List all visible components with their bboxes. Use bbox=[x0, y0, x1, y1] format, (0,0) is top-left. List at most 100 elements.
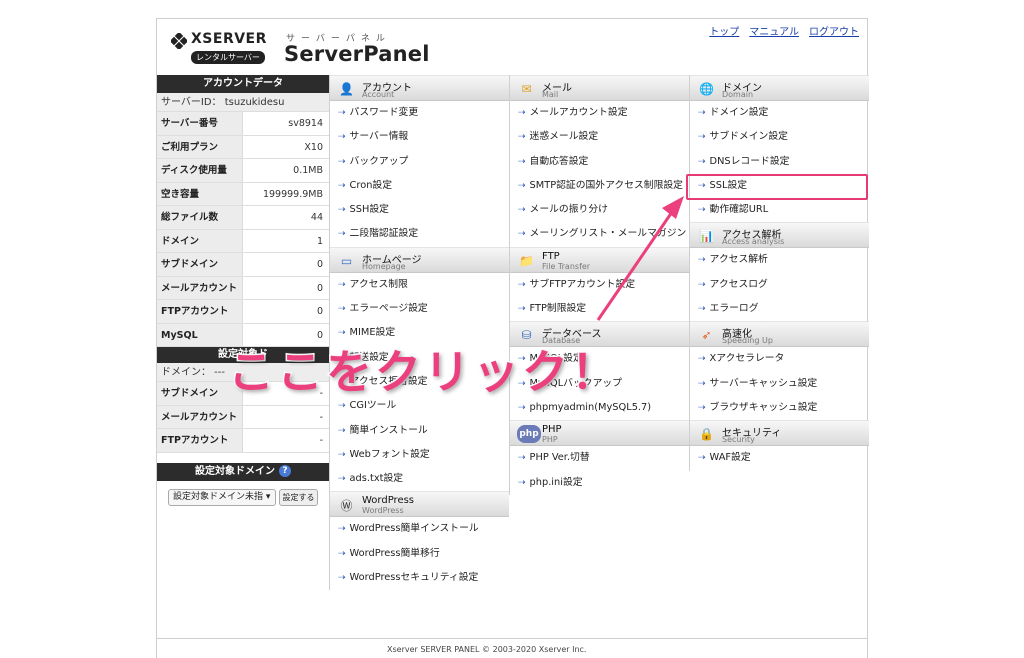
menu-item-homepage[interactable]: ⇢ アクセス制限 bbox=[330, 273, 509, 297]
arrow-right-icon: ⇢ bbox=[698, 132, 706, 143]
homepage-icon: ▭ bbox=[340, 253, 353, 268]
menu-item-label: アクセス制限 bbox=[349, 278, 408, 290]
wordpress-icon: Ⓦ bbox=[340, 498, 353, 513]
menu-item-ftp[interactable]: ⇢ FTP制限設定 bbox=[510, 297, 689, 321]
category-php: php PHP PHP bbox=[510, 420, 689, 447]
menu-item-mail[interactable]: ⇢ メールの振り分け bbox=[510, 198, 689, 222]
menu-item-domain[interactable]: ⇢ DNSレコード設定 bbox=[690, 150, 869, 174]
menu-item-speed[interactable]: ⇢ ブラウザキャッシュ設定 bbox=[690, 396, 869, 420]
menu-item-domain[interactable]: ⇢ 動作確認URL bbox=[690, 198, 869, 222]
arrow-right-icon: ⇢ bbox=[338, 180, 346, 191]
menu-item-homepage[interactable]: ⇢ 簡単インストール bbox=[330, 419, 509, 443]
arrow-right-icon: ⇢ bbox=[698, 453, 706, 464]
menu-item-php[interactable]: ⇢ php.ini設定 bbox=[510, 471, 689, 495]
menu-item-label: FTP制限設定 bbox=[529, 303, 587, 315]
menu-item-account[interactable]: ⇢ サーバー情報 bbox=[330, 125, 509, 149]
logout-link[interactable]: ログアウト bbox=[809, 27, 859, 38]
menu-item-label: メーリングリスト・メールマガジン bbox=[529, 228, 687, 240]
menu-item-label: php.ini設定 bbox=[529, 476, 583, 488]
header: XSERVER レンタルサーバー サーバーパネル ServerPanel トップ… bbox=[157, 19, 867, 75]
menu-item-access[interactable]: ⇢ アクセスログ bbox=[690, 273, 869, 297]
account-icon: 👤 bbox=[339, 82, 354, 96]
info-value: X10 bbox=[304, 141, 323, 153]
arrow-right-icon: ⇢ bbox=[338, 548, 346, 559]
menu-item-account[interactable]: ⇢ 二段階認証設定 bbox=[330, 222, 509, 246]
menu-item-speed[interactable]: ⇢ サーバーキャッシュ設定 bbox=[690, 372, 869, 396]
info-label: 総ファイル数 bbox=[157, 206, 243, 229]
menu-item-label: メールの振り分け bbox=[529, 204, 608, 216]
info-label: ディスク使用量 bbox=[157, 159, 243, 182]
info-row: FTPアカウント - bbox=[157, 429, 329, 453]
target-domain-title-label: 設定対象ドメイン bbox=[195, 465, 275, 477]
help-icon[interactable]: ? bbox=[279, 464, 291, 477]
menu-item-label: WordPressセキュリティ設定 bbox=[349, 572, 479, 584]
info-row: メールアカウント 0 bbox=[157, 276, 329, 300]
menu-item-mail[interactable]: ⇢ 自動応答設定 bbox=[510, 150, 689, 174]
menu-item-label: SMTP認証の国外アクセス制限設定 bbox=[529, 179, 683, 191]
menu-item-speed[interactable]: ⇢ Xアクセラレータ bbox=[690, 347, 869, 371]
menu-item-homepage[interactable]: ⇢ ads.txt設定 bbox=[330, 467, 509, 491]
menu-item-homepage[interactable]: ⇢ Webフォント設定 bbox=[330, 443, 509, 467]
arrow-right-icon: ⇢ bbox=[518, 402, 526, 413]
menu-item-ftp[interactable]: ⇢ サブFTPアカウント設定 bbox=[510, 273, 689, 297]
category-speed: ➶ 高速化 Speeding Up bbox=[690, 321, 869, 348]
menu-item-wordpress[interactable]: ⇢ WordPressセキュリティ設定 bbox=[330, 566, 509, 590]
info-value: 0 bbox=[316, 259, 323, 270]
menu-item-account[interactable]: ⇢ Cron設定 bbox=[330, 174, 509, 198]
menu-item-label: Webフォント設定 bbox=[349, 448, 430, 460]
menu-item-domain[interactable]: ⇢ サブドメイン設定 bbox=[690, 125, 869, 149]
menu-column-1: 👤 アカウント Account ⇢ パスワード変更 ⇢ サーバー情報 ⇢ バックアップ ⇢ Cron… bbox=[329, 75, 509, 591]
xserver-logo-icon bbox=[171, 33, 187, 49]
menu-item-account[interactable]: ⇢ バックアップ bbox=[330, 150, 509, 174]
security-icon: 🔒 bbox=[699, 427, 714, 442]
menu-item-php[interactable]: ⇢ PHP Ver.切替 bbox=[510, 446, 689, 470]
info-row: ご利用プラン X10 bbox=[157, 135, 329, 159]
menu-item-label: 自動応答設定 bbox=[529, 155, 589, 167]
category-subtitle: PHP bbox=[542, 435, 558, 445]
arrow-right-icon: ⇢ bbox=[338, 573, 346, 584]
arrow-right-icon: ⇢ bbox=[338, 474, 346, 485]
menu-item-security[interactable]: ⇢ WAF設定 bbox=[690, 446, 869, 470]
info-value: sv8914 bbox=[288, 118, 323, 129]
info-label: ご利用プラン bbox=[157, 135, 243, 158]
menu-item-label: WordPress簡単移行 bbox=[349, 547, 440, 559]
menu-item-account[interactable]: ⇢ SSH設定 bbox=[330, 198, 509, 222]
set-target-button[interactable]: 設定する bbox=[279, 489, 318, 506]
product-name: ServerPanel bbox=[284, 42, 430, 66]
menu-item-mail[interactable]: ⇢ 迷惑メール設定 bbox=[510, 125, 689, 149]
menu-item-account[interactable]: ⇢ パスワード変更 bbox=[330, 101, 509, 125]
menu-item-mail[interactable]: ⇢ SMTP認証の国外アクセス制限設定 bbox=[510, 174, 689, 198]
menu-item-homepage[interactable]: ⇢ エラーページ設定 bbox=[330, 297, 509, 321]
menu-item-label: エラーログ bbox=[709, 303, 759, 315]
manual-link[interactable]: マニュアル bbox=[749, 27, 799, 38]
target-domain-select-value: 設定対象ドメイン未指 bbox=[173, 492, 264, 502]
arrow-right-icon: ⇢ bbox=[338, 229, 346, 240]
arrow-right-icon: ⇢ bbox=[698, 402, 706, 413]
menu-item-label: サーバー情報 bbox=[349, 131, 409, 143]
category-subtitle: Homepage bbox=[362, 261, 406, 271]
info-row: FTPアカウント 0 bbox=[157, 300, 329, 324]
arrow-right-icon: ⇢ bbox=[338, 205, 346, 216]
info-row: 空き容量 199999.9MB bbox=[157, 182, 329, 206]
arrow-right-icon: ⇢ bbox=[698, 156, 706, 167]
top-link[interactable]: トップ bbox=[709, 27, 739, 38]
menu-item-mail[interactable]: ⇢ メーリングリスト・メールマガジン bbox=[510, 222, 689, 246]
info-label: サブドメイン bbox=[157, 253, 243, 276]
target-domain-select[interactable]: 設定対象ドメイン未指 ▾ bbox=[168, 489, 276, 506]
arrow-right-icon: ⇢ bbox=[518, 229, 526, 240]
arrow-right-icon: ⇢ bbox=[698, 108, 706, 118]
category-subtitle: Security bbox=[722, 435, 755, 445]
menu-item-wordpress[interactable]: ⇢ WordPress簡単移行 bbox=[330, 542, 509, 566]
menu-item-access[interactable]: ⇢ エラーログ bbox=[690, 297, 869, 321]
arrow-right-icon: ⇢ bbox=[698, 354, 706, 365]
menu-item-domain[interactable]: ⇢ ドメイン設定 bbox=[690, 101, 869, 125]
arrow-right-icon: ⇢ bbox=[518, 132, 526, 143]
menu-item-wordpress[interactable]: ⇢ WordPress簡単インストール bbox=[330, 517, 509, 541]
menu-item-label: phpmyadmin(MySQL5.7) bbox=[529, 401, 652, 413]
category-subtitle: Account bbox=[362, 90, 395, 99]
info-label: メールアカウント bbox=[157, 276, 243, 299]
menu-item-mail[interactable]: ⇢ メールアカウント設定 bbox=[510, 101, 689, 125]
menu-item-access[interactable]: ⇢ アクセス解析 bbox=[690, 248, 869, 272]
speed-icon: ➶ bbox=[701, 328, 712, 343]
category-subtitle: Access analysis bbox=[722, 237, 785, 247]
